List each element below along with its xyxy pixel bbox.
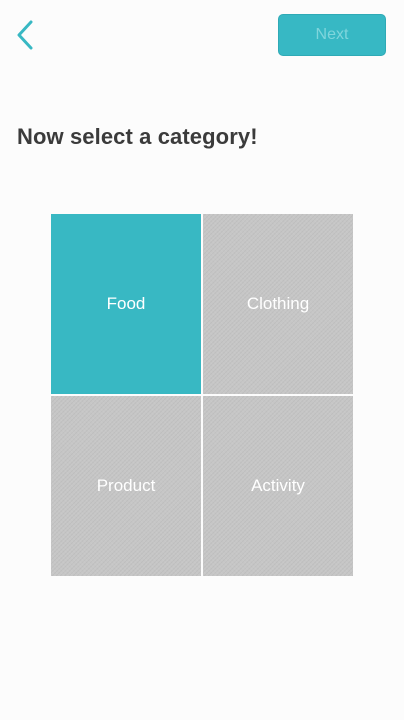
back-button[interactable] [10,18,40,52]
category-select-screen: Next Now select a category! Food Clothin… [0,0,404,720]
next-button[interactable]: Next [278,14,386,56]
category-label: Food [106,294,146,313]
chevron-left-icon [17,20,33,50]
category-label: Activity [251,476,305,495]
page-title: Now select a category! [17,124,258,149]
category-tile-clothing[interactable]: Clothing [203,214,353,394]
category-tile-food[interactable]: Food [51,214,201,394]
category-tile-activity[interactable]: Activity [203,396,353,576]
category-tile-product[interactable]: Product [51,396,201,576]
category-grid: Food Clothing Product Activity [51,214,353,576]
category-label: Clothing [246,294,310,313]
category-label: Product [96,476,156,495]
